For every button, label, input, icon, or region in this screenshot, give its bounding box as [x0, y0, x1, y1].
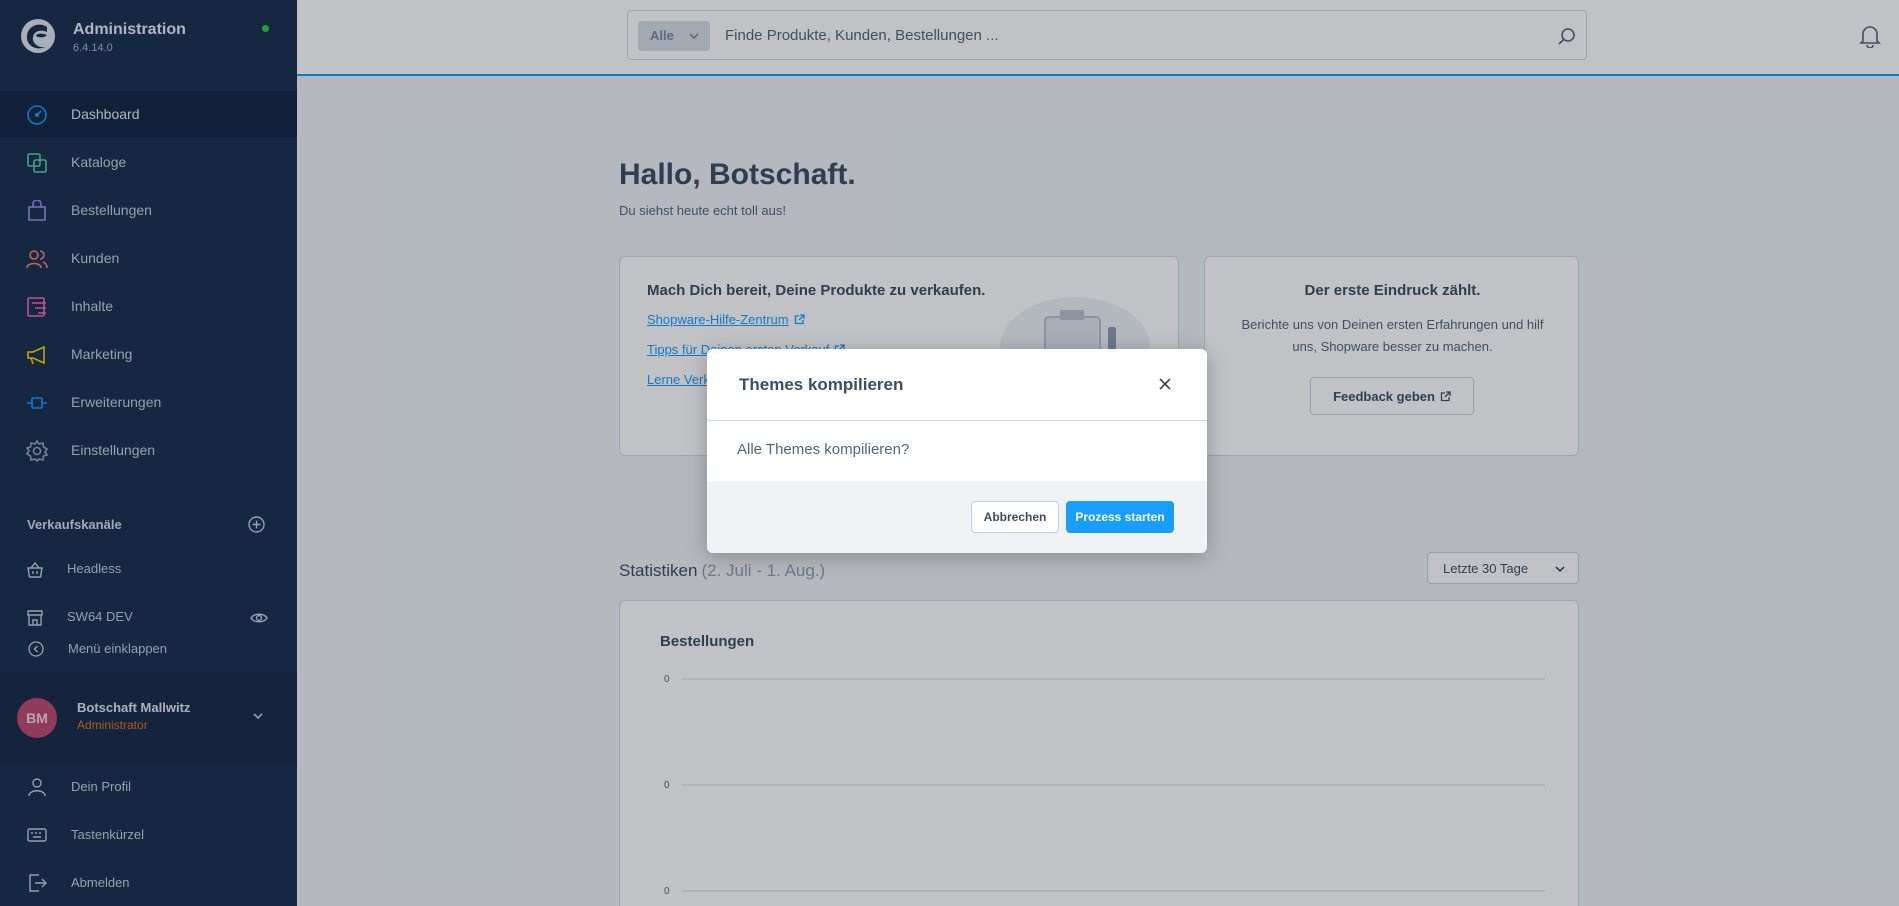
- modal-title: Themes kompilieren: [739, 375, 904, 394]
- compile-themes-modal: Themes kompilieren Alle Themes kompilier…: [707, 349, 1207, 553]
- modal-header: Themes kompilieren: [707, 349, 1207, 421]
- start-process-button[interactable]: Prozess starten: [1066, 501, 1174, 533]
- cancel-button[interactable]: Abbrechen: [971, 501, 1059, 533]
- modal-body-text: Alle Themes kompilieren?: [737, 441, 910, 458]
- modal-footer: Abbrechen Prozess starten: [707, 481, 1207, 553]
- close-icon[interactable]: [1156, 375, 1174, 393]
